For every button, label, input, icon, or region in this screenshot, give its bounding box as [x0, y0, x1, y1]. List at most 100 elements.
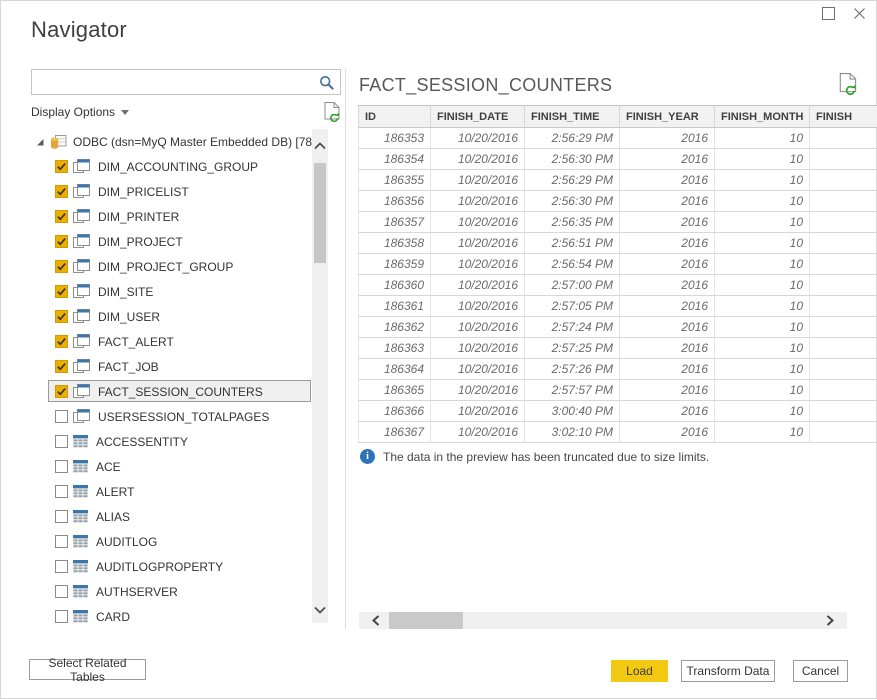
tree-item-label: DIM_PROJECT_GROUP: [98, 260, 233, 274]
scroll-up-icon[interactable]: [313, 141, 327, 151]
table-cell: 10: [715, 149, 810, 170]
tree-item-accessentity[interactable]: ACCESSENTITY: [31, 429, 312, 454]
checkbox-unchecked[interactable]: [55, 610, 68, 623]
tree-item-label: USERSESSION_TOTALPAGES: [98, 410, 269, 424]
load-button[interactable]: Load: [611, 660, 668, 682]
tree-item-label: DIM_SITE: [98, 285, 153, 299]
scroll-left-icon[interactable]: [371, 614, 381, 627]
tree-item-alias[interactable]: ALIAS: [31, 504, 312, 529]
table-cell: 10: [715, 212, 810, 233]
table-cell: 186353: [359, 128, 431, 149]
tree-item-label: ALERT: [96, 485, 134, 499]
tree-items: DIM_ACCOUNTING_GROUPDIM_PRICELISTDIM_PRI…: [31, 154, 312, 629]
expand-arrow-icon[interactable]: [35, 137, 45, 147]
checkbox-unchecked[interactable]: [55, 485, 68, 498]
tree-item-alert[interactable]: ALERT: [31, 479, 312, 504]
tree-item-label: ALIAS: [96, 510, 130, 524]
table-row: 18636310/20/20162:57:25 PM201610: [359, 338, 877, 359]
table-cell: 2:57:00 PM: [525, 275, 620, 296]
tree-item-dim_pricelist[interactable]: DIM_PRICELIST: [31, 179, 312, 204]
preview-table-header-row: IDFINISH_DATEFINISH_TIMEFINISH_YEARFINIS…: [359, 106, 877, 128]
table-cell: 10/20/2016: [431, 401, 525, 422]
tree-item-auditlog[interactable]: AUDITLOG: [31, 529, 312, 554]
refresh-tree-icon[interactable]: [324, 102, 341, 123]
vertical-scrollbar-thumb[interactable]: [314, 163, 326, 263]
column-header: FINISH_TIME: [525, 106, 620, 128]
table-cell: 2016: [620, 254, 715, 275]
table-row: 18636510/20/20162:57:57 PM201610: [359, 380, 877, 401]
table-cell: 10: [715, 296, 810, 317]
table-cell: [810, 212, 877, 233]
table-row: 18635810/20/20162:56:51 PM201610: [359, 233, 877, 254]
checkbox-unchecked[interactable]: [55, 435, 68, 448]
table-cell: [810, 275, 877, 296]
tree-item-card[interactable]: CARD: [31, 604, 312, 629]
tree-item-fact_alert[interactable]: FACT_ALERT: [31, 329, 312, 354]
checkbox-unchecked[interactable]: [55, 560, 68, 573]
search-box: [31, 69, 341, 95]
table-cell: 186363: [359, 338, 431, 359]
view-icon: [73, 384, 90, 399]
table-cell: 186364: [359, 359, 431, 380]
table-cell: 10: [715, 170, 810, 191]
tree-item-dim_project[interactable]: DIM_PROJECT: [31, 229, 312, 254]
checkbox-checked[interactable]: [55, 260, 68, 273]
tree-item-dim_printer[interactable]: DIM_PRINTER: [31, 204, 312, 229]
tree-item-dim_site[interactable]: DIM_SITE: [31, 279, 312, 304]
scroll-down-icon[interactable]: [313, 605, 327, 615]
table-cell: [810, 359, 877, 380]
checkbox-unchecked[interactable]: [55, 510, 68, 523]
checkbox-unchecked[interactable]: [55, 585, 68, 598]
checkbox-unchecked[interactable]: [55, 460, 68, 473]
cancel-button[interactable]: Cancel: [793, 660, 848, 682]
table-row: 18636410/20/20162:57:26 PM201610: [359, 359, 877, 380]
checkbox-checked[interactable]: [55, 285, 68, 298]
table-cell: 2016: [620, 191, 715, 212]
table-icon: [73, 485, 88, 498]
tree-item-auditlogproperty[interactable]: AUDITLOGPROPERTY: [31, 554, 312, 579]
table-cell: 10: [715, 128, 810, 149]
tree-item-dim_user[interactable]: DIM_USER: [31, 304, 312, 329]
checkbox-unchecked[interactable]: [55, 535, 68, 548]
display-options-dropdown[interactable]: Display Options: [31, 105, 129, 119]
tree-item-ace[interactable]: ACE: [31, 454, 312, 479]
table-cell: [810, 296, 877, 317]
table-cell: 186356: [359, 191, 431, 212]
preview-horizontal-scrollbar[interactable]: [359, 612, 847, 629]
navigator-dialog: Navigator Display Options: [0, 0, 877, 699]
search-input[interactable]: [38, 72, 320, 94]
horizontal-scrollbar-thumb[interactable]: [389, 612, 463, 629]
tree-item-fact_session_counters[interactable]: FACT_SESSION_COUNTERS: [31, 379, 312, 404]
checkbox-checked[interactable]: [55, 210, 68, 223]
search-icon[interactable]: [319, 75, 335, 91]
table-row: 18636010/20/20162:57:00 PM201610: [359, 275, 877, 296]
tree-item-label: FACT_ALERT: [98, 335, 174, 349]
tree-item-dim_accounting_group[interactable]: DIM_ACCOUNTING_GROUP: [31, 154, 312, 179]
table-cell: [810, 338, 877, 359]
tree-item-fact_job[interactable]: FACT_JOB: [31, 354, 312, 379]
checkbox-checked[interactable]: [55, 160, 68, 173]
checkbox-checked[interactable]: [55, 335, 68, 348]
table-cell: 2016: [620, 338, 715, 359]
select-related-tables-button[interactable]: Select Related Tables: [29, 659, 146, 680]
checkbox-checked[interactable]: [55, 235, 68, 248]
tree-root-odbc[interactable]: ODBC (dsn=MyQ Master Embedded DB) [78]: [31, 129, 312, 154]
checkbox-checked[interactable]: [55, 310, 68, 323]
table-cell: 2:57:24 PM: [525, 317, 620, 338]
scroll-right-icon[interactable]: [825, 614, 835, 627]
refresh-preview-icon[interactable]: [839, 73, 858, 96]
table-cell: 10/20/2016: [431, 317, 525, 338]
tree-vertical-scrollbar[interactable]: [312, 129, 328, 623]
tree-item-dim_project_group[interactable]: DIM_PROJECT_GROUP: [31, 254, 312, 279]
checkbox-checked[interactable]: [55, 385, 68, 398]
table-cell: 10: [715, 359, 810, 380]
checkbox-checked[interactable]: [55, 185, 68, 198]
checkbox-checked[interactable]: [55, 360, 68, 373]
tree-item-usersession_totalpages[interactable]: USERSESSION_TOTALPAGES: [31, 404, 312, 429]
table-cell: 186354: [359, 149, 431, 170]
table-cell: 186359: [359, 254, 431, 275]
tree-item-authserver[interactable]: AUTHSERVER: [31, 579, 312, 604]
table-cell: 2:56:54 PM: [525, 254, 620, 275]
transform-data-button[interactable]: Transform Data: [681, 660, 775, 682]
checkbox-unchecked[interactable]: [55, 410, 68, 423]
